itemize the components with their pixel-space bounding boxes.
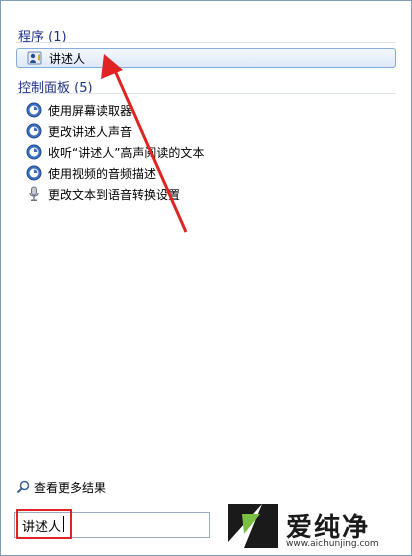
see-more-results-link[interactable]: 查看更多结果 bbox=[16, 478, 106, 496]
control-panel-item-tts-settings[interactable]: 更改文本到语音转换设置 bbox=[16, 184, 396, 204]
ease-of-access-icon bbox=[26, 123, 42, 139]
control-panel-item-screen-reader[interactable]: 使用屏幕读取器 bbox=[16, 100, 396, 120]
microphone-icon bbox=[29, 186, 39, 201]
control-panel-item-label: 收听“讲述人”高声阅读的文本 bbox=[48, 145, 205, 160]
control-panel-item-narrator-voice[interactable]: 更改讲述人声音 bbox=[16, 121, 396, 141]
ease-of-access-icon bbox=[26, 144, 42, 160]
control-panel-item-label: 更改文本到语音转换设置 bbox=[48, 187, 181, 202]
control-panel-divider bbox=[16, 93, 396, 94]
control-panel-item-label: 更改讲述人声音 bbox=[48, 124, 133, 139]
control-panel-item-audio-description[interactable]: 使用视频的音频描述 bbox=[16, 163, 396, 183]
program-item-narrator[interactable]: 讲述人 bbox=[16, 48, 396, 68]
search-icon bbox=[16, 480, 30, 494]
control-panel-item-label: 使用屏幕读取器 bbox=[48, 103, 133, 118]
ease-of-access-icon bbox=[26, 165, 42, 181]
red-highlight-box bbox=[16, 509, 72, 539]
watermark-url: www.aichunjing.com bbox=[286, 539, 379, 549]
control-panel-item-label: 使用视频的音频描述 bbox=[48, 166, 157, 181]
programs-divider bbox=[16, 42, 396, 43]
narrator-icon bbox=[27, 51, 42, 65]
program-item-label: 讲述人 bbox=[49, 51, 86, 66]
see-more-results-label: 查看更多结果 bbox=[34, 480, 107, 495]
control-panel-item-read-aloud[interactable]: 收听“讲述人”高声阅读的文本 bbox=[16, 142, 396, 162]
ease-of-access-icon bbox=[26, 102, 42, 118]
